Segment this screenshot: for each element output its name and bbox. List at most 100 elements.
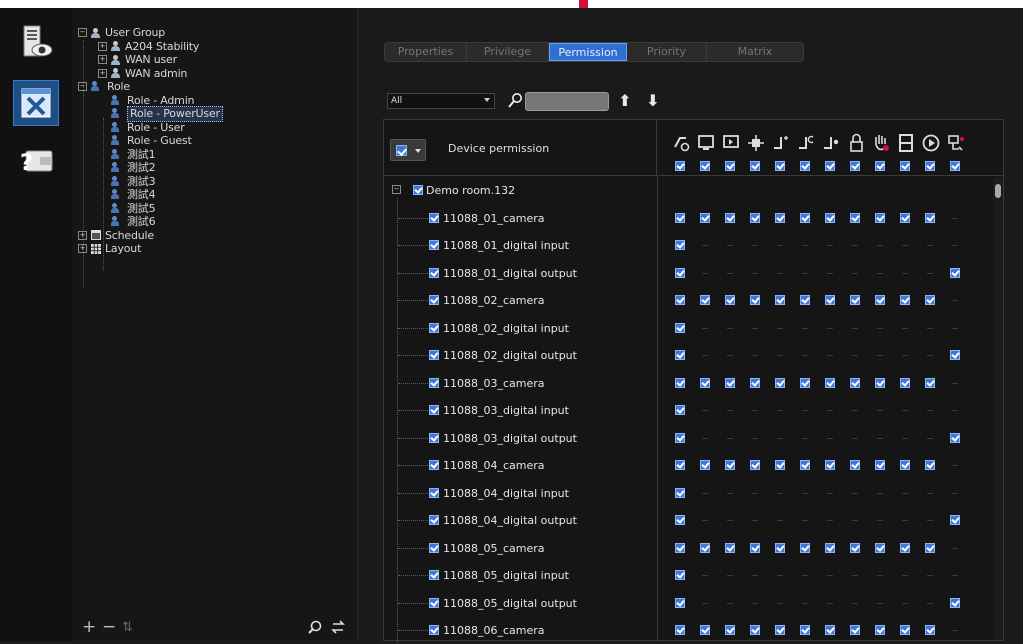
permission-checkbox[interactable] xyxy=(950,267,960,278)
permission-checkbox[interactable] xyxy=(775,542,785,553)
filter-select[interactable]: All xyxy=(387,93,495,109)
permission-checkbox[interactable] xyxy=(725,460,735,470)
device-checkbox[interactable] xyxy=(429,240,439,250)
column-select-checkbox[interactable] xyxy=(675,161,685,171)
permission-checkbox[interactable] xyxy=(825,295,835,305)
permission-checkbox[interactable] xyxy=(800,460,810,470)
scrollbar-thumb[interactable] xyxy=(995,184,1001,198)
permission-checkbox[interactable] xyxy=(675,267,685,278)
permission-checkbox[interactable] xyxy=(700,212,710,223)
vertical-scrollbar[interactable] xyxy=(993,178,1003,640)
tree-node-layout[interactable]: + Layout xyxy=(78,242,223,256)
permission-checkbox[interactable] xyxy=(775,377,785,388)
permission-checkbox[interactable] xyxy=(675,597,685,608)
arrow-up-icon[interactable]: ⬆ xyxy=(618,92,632,110)
device-checkbox[interactable] xyxy=(429,377,439,388)
group-checkbox[interactable] xyxy=(413,185,423,195)
permission-checkbox[interactable] xyxy=(825,542,835,553)
permission-checkbox[interactable] xyxy=(950,597,960,608)
permission-checkbox[interactable] xyxy=(725,542,735,553)
permission-checkbox[interactable] xyxy=(925,460,935,470)
tree-node-group[interactable]: + WAN user xyxy=(78,53,223,67)
column-select-checkbox[interactable] xyxy=(775,161,785,171)
device-checkbox[interactable] xyxy=(429,597,439,608)
permission-checkbox[interactable] xyxy=(875,542,885,553)
tree-node-role[interactable]: − Role xyxy=(78,80,223,94)
tab-privilege[interactable]: Privilege xyxy=(467,43,549,61)
tree-node-role-item[interactable]: Role - Guest xyxy=(78,134,223,148)
permission-checkbox[interactable] xyxy=(875,377,885,388)
permission-checkbox[interactable] xyxy=(725,212,735,223)
column-select-checkbox[interactable] xyxy=(700,161,710,171)
device-checkbox[interactable] xyxy=(429,542,439,553)
column-select-checkbox[interactable] xyxy=(800,161,810,171)
permission-checkbox[interactable] xyxy=(750,295,760,305)
permission-checkbox[interactable] xyxy=(675,377,685,388)
permission-checkbox[interactable] xyxy=(850,542,860,553)
column-select-checkbox[interactable] xyxy=(850,161,860,171)
tree-node-role-item-selected[interactable]: Role - PowerUser xyxy=(78,106,223,122)
sort-button[interactable]: ⇅ xyxy=(122,620,133,635)
device-checkbox[interactable] xyxy=(429,405,439,415)
column-select-checkbox[interactable] xyxy=(725,161,735,171)
collapse-icon[interactable]: − xyxy=(78,28,87,38)
permission-checkbox[interactable] xyxy=(675,295,685,305)
permission-checkbox[interactable] xyxy=(775,295,785,305)
expand-icon[interactable]: + xyxy=(98,68,107,78)
tree-node-role-item[interactable]: 測試6 xyxy=(78,215,223,229)
permission-checkbox[interactable] xyxy=(900,542,910,553)
permission-checkbox[interactable] xyxy=(700,460,710,470)
permission-checkbox[interactable] xyxy=(800,377,810,388)
permission-checkbox[interactable] xyxy=(725,295,735,305)
tree-node-role-item[interactable]: 測試5 xyxy=(78,202,223,216)
permission-checkbox[interactable] xyxy=(825,377,835,388)
arrow-down-icon[interactable]: ⬇ xyxy=(646,92,660,110)
tab-priority[interactable]: Priority xyxy=(627,43,707,61)
permission-checkbox[interactable] xyxy=(700,542,710,553)
remove-button[interactable]: − xyxy=(102,617,116,637)
select-all-checkbox[interactable] xyxy=(396,145,407,156)
permission-checkbox[interactable] xyxy=(675,515,685,525)
tree-node-role-item[interactable]: 測試3 xyxy=(78,175,223,189)
permission-checkbox[interactable] xyxy=(750,625,760,635)
permission-checkbox[interactable] xyxy=(850,212,860,223)
permission-checkbox[interactable] xyxy=(725,625,735,635)
tree-node-role-item[interactable]: 測試2 xyxy=(78,161,223,175)
tree-node-group[interactable]: + WAN admin xyxy=(78,67,223,81)
permission-checkbox[interactable] xyxy=(925,625,935,635)
tab-properties[interactable]: Properties xyxy=(385,43,467,61)
permission-checkbox[interactable] xyxy=(850,460,860,470)
tree-node-schedule[interactable]: + Schedule xyxy=(78,229,223,243)
device-checkbox[interactable] xyxy=(429,322,439,333)
permission-checkbox[interactable] xyxy=(675,322,685,333)
expand-icon[interactable]: + xyxy=(78,244,87,254)
permission-checkbox[interactable] xyxy=(775,625,785,635)
permission-checkbox[interactable] xyxy=(850,625,860,635)
permission-checkbox[interactable] xyxy=(675,240,685,250)
permission-checkbox[interactable] xyxy=(700,295,710,305)
permission-checkbox[interactable] xyxy=(875,295,885,305)
permission-checkbox[interactable] xyxy=(925,377,935,388)
add-button[interactable]: + xyxy=(82,617,96,637)
permission-checkbox[interactable] xyxy=(675,542,685,553)
permission-checkbox[interactable] xyxy=(950,515,960,525)
column-select-checkbox[interactable] xyxy=(750,161,760,171)
tree-node-role-item[interactable]: Role - Admin xyxy=(78,94,223,108)
permission-checkbox[interactable] xyxy=(675,625,685,635)
permission-checkbox[interactable] xyxy=(800,542,810,553)
column-select-checkbox[interactable] xyxy=(875,161,885,171)
expand-icon[interactable]: + xyxy=(78,230,87,240)
permission-checkbox[interactable] xyxy=(725,377,735,388)
permission-checkbox[interactable] xyxy=(750,212,760,223)
permission-checkbox[interactable] xyxy=(750,460,760,470)
tree-node-role-item[interactable]: 測試4 xyxy=(78,188,223,202)
device-checkbox[interactable] xyxy=(429,432,439,443)
permission-checkbox[interactable] xyxy=(900,212,910,223)
device-checkbox[interactable] xyxy=(429,487,439,498)
permission-checkbox[interactable] xyxy=(750,377,760,388)
permission-checkbox[interactable] xyxy=(775,460,785,470)
device-checkbox[interactable] xyxy=(429,460,439,470)
swap-icon[interactable] xyxy=(330,619,346,635)
permission-checkbox[interactable] xyxy=(825,212,835,223)
tree-node-user-group[interactable]: − User Group xyxy=(78,26,223,40)
